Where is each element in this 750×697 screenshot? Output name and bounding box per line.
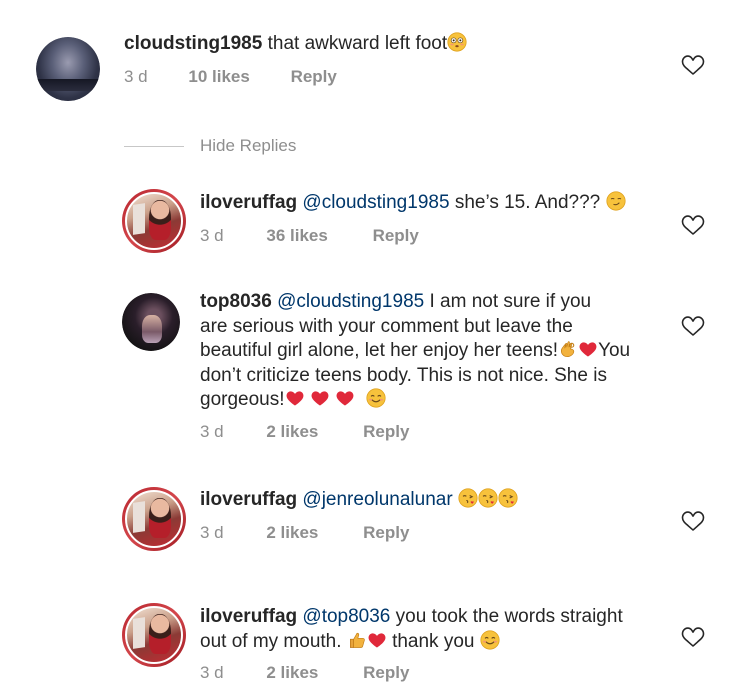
avatar[interactable] xyxy=(36,37,100,101)
red-heart-emoji-icon xyxy=(367,630,387,650)
red-heart-emoji-icon xyxy=(285,388,305,408)
thumbs-up-emoji-icon xyxy=(349,632,365,648)
flushed-emoji-icon xyxy=(447,32,467,52)
comment-text: cloudsting1985 that awkward left foot xyxy=(124,32,644,57)
avatar[interactable] xyxy=(122,189,186,253)
avatar[interactable] xyxy=(122,487,186,551)
mention-link[interactable]: @cloudsting1985 xyxy=(302,192,449,213)
comment-body: that awkward left foot xyxy=(267,33,448,54)
reply-button[interactable]: Reply xyxy=(363,663,409,683)
comment-body: I am not sure if you xyxy=(429,291,592,312)
comment-text: top8036 @cloudsting1985 I am not sure if… xyxy=(200,290,670,413)
likes-count[interactable]: 2 likes xyxy=(266,422,318,442)
comment-line-1: iloveruffag @top8036 you took the words … xyxy=(200,605,670,630)
username[interactable]: iloveruffag xyxy=(200,192,297,213)
likes-count[interactable]: 2 likes xyxy=(266,523,318,543)
mention-link[interactable]: @jenreolunalunar xyxy=(302,489,452,510)
username[interactable]: iloveruffag xyxy=(200,606,297,627)
likes-count[interactable]: 10 likes xyxy=(188,67,249,87)
divider xyxy=(124,146,184,147)
comment-meta: 3 d 2 likes Reply xyxy=(200,523,409,543)
comment-text: iloveruffag @jenreolunalunar xyxy=(200,488,660,513)
mention-link[interactable]: @top8036 xyxy=(302,606,390,627)
kiss-emoji-icon xyxy=(498,488,518,508)
comment-meta: 3 d 2 likes Reply xyxy=(200,422,409,442)
heart-outline-icon[interactable] xyxy=(680,625,706,649)
comment-cloudsting1985: cloudsting1985 that awkward left foot 3 … xyxy=(0,0,750,110)
comment-body: out of my mouth. xyxy=(200,630,342,652)
reply-button[interactable]: Reply xyxy=(363,523,409,543)
kiss-emoji-icon xyxy=(458,488,478,508)
timestamp: 3 d xyxy=(200,422,224,441)
mention-link[interactable]: @cloudsting1985 xyxy=(277,291,424,312)
reply-iloveruffag-3: iloveruffag @top8036 you took the words … xyxy=(0,590,750,697)
timestamp: 3 d xyxy=(200,226,224,245)
reply-top8036: top8036 @cloudsting1985 I am not sure if… xyxy=(0,285,750,455)
timestamp: 3 d xyxy=(200,663,224,682)
hide-replies-label: Hide Replies xyxy=(200,136,297,155)
red-heart-emoji-icon xyxy=(335,388,355,408)
comment-line-2: are serious with your comment but leave … xyxy=(200,315,573,337)
comment-line-3: beautiful girl alone, let her enjoy her … xyxy=(200,339,670,364)
heart-outline-icon[interactable] xyxy=(680,314,706,338)
username[interactable]: iloveruffag xyxy=(200,489,297,510)
comment-text: iloveruffag @top8036 you took the words … xyxy=(200,605,670,654)
comment-body: beautiful girl alone, let her enjoy her … xyxy=(200,340,559,361)
comment-line-1: top8036 @cloudsting1985 I am not sure if… xyxy=(200,290,670,315)
username[interactable]: top8036 xyxy=(200,291,272,312)
comment-body: You xyxy=(598,340,631,361)
ok-hand-emoji-icon xyxy=(561,341,575,357)
comment-text: iloveruffag @cloudsting1985 she’s 15. An… xyxy=(200,191,660,216)
avatar[interactable] xyxy=(122,293,180,351)
heart-outline-icon[interactable] xyxy=(680,509,706,533)
comment-meta: 3 d 2 likes Reply xyxy=(200,663,409,683)
heart-outline-icon[interactable] xyxy=(680,213,706,237)
comment-line-4: don’t criticize teens body. This is not … xyxy=(200,364,607,386)
blush-emoji-icon xyxy=(366,388,386,408)
comment-line-2: out of my mouth. thank you xyxy=(200,629,670,655)
red-heart-emoji-icon xyxy=(310,388,330,408)
comment-line-5: gorgeous! xyxy=(200,388,670,413)
smirk-emoji-icon xyxy=(605,191,626,211)
blush-emoji-icon xyxy=(480,629,500,650)
likes-count[interactable]: 2 likes xyxy=(266,663,318,683)
reply-button[interactable]: Reply xyxy=(363,422,409,442)
reply-iloveruffag-2: iloveruffag @jenreolunalunar 3 d 2 likes… xyxy=(0,478,750,558)
likes-count[interactable]: 36 likes xyxy=(266,226,327,246)
red-heart-emoji-icon xyxy=(578,339,598,359)
timestamp: 3 d xyxy=(124,67,148,86)
avatar[interactable] xyxy=(122,603,186,667)
comment-body: thank you xyxy=(392,630,475,652)
timestamp: 3 d xyxy=(200,523,224,542)
heart-outline-icon[interactable] xyxy=(680,53,706,77)
comment-body: gorgeous! xyxy=(200,389,285,410)
comment-meta: 3 d 10 likes Reply xyxy=(124,67,337,87)
comment-body: she’s 15. And??? xyxy=(454,192,601,213)
username[interactable]: cloudsting1985 xyxy=(124,33,262,54)
reply-button[interactable]: Reply xyxy=(291,67,337,87)
reply-button[interactable]: Reply xyxy=(373,226,419,246)
comment-meta: 3 d 36 likes Reply xyxy=(200,226,419,246)
kiss-emoji-icon xyxy=(478,488,498,508)
comment-body: you took the words straight xyxy=(395,606,623,627)
reply-iloveruffag-1: iloveruffag @cloudsting1985 she’s 15. An… xyxy=(0,180,750,260)
